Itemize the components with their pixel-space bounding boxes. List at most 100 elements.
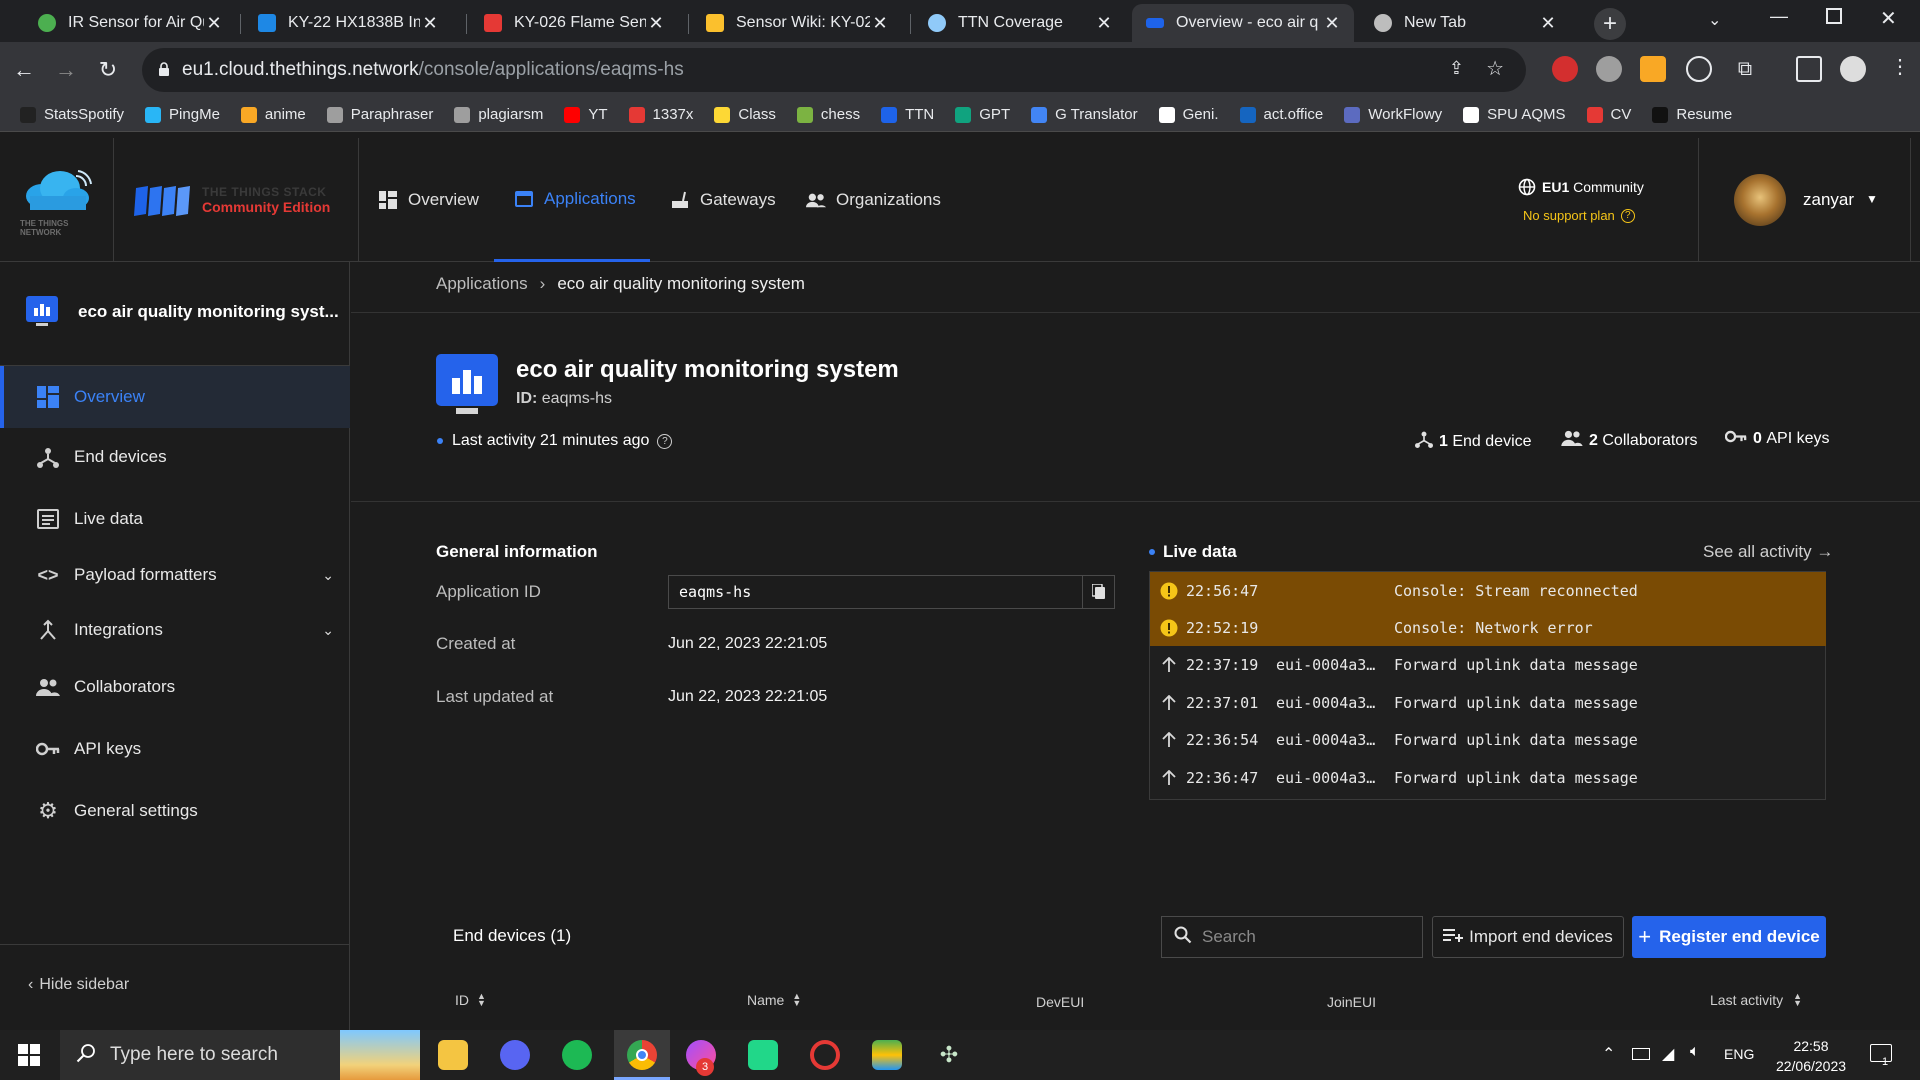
volume-icon[interactable]: 🔈︎: [1690, 1043, 1700, 1061]
browser-tab[interactable]: IR Sensor for Air Qu ✕: [24, 4, 236, 42]
game-controller-icon[interactable]: ✣: [934, 1040, 964, 1070]
help-circle-icon[interactable]: ?: [657, 433, 673, 449]
taskbar-search-box[interactable]: Type here to search: [60, 1030, 420, 1080]
live-data-feed[interactable]: 22:56:47 Console: Stream reconnected 22:52…: [1149, 571, 1826, 800]
show-hidden-icons-chevron-icon[interactable]: ⌃: [1602, 1044, 1615, 1064]
stat-api-keys[interactable]: 0 API keys: [1724, 430, 1830, 448]
profile-avatar-icon[interactable]: [1840, 56, 1866, 82]
live-event-row[interactable]: 22:36:54 eui-0004a3… Forward uplink data m…: [1150, 721, 1826, 758]
user-avatar[interactable]: [1734, 174, 1786, 226]
sidebar-app-name[interactable]: eco air quality monitoring syst...: [78, 302, 339, 322]
extension-adblock-icon[interactable]: [1552, 56, 1578, 82]
extension-w-icon[interactable]: [1686, 56, 1712, 82]
stat-end-devices[interactable]: 1 End device: [1415, 430, 1532, 453]
battery-icon[interactable]: [1632, 1048, 1650, 1060]
copy-icon[interactable]: [1082, 576, 1114, 608]
column-header-last-activity[interactable]: Last activity ▲ ▼: [1710, 992, 1802, 1009]
spotify-icon[interactable]: [562, 1040, 592, 1070]
bookmark-item[interactable]: GPT: [955, 106, 1010, 123]
browser-tab[interactable]: Sensor Wiki: KY-022 ✕: [692, 4, 902, 42]
bookmark-item[interactable]: SPU AQMS: [1463, 106, 1566, 123]
browser-tab[interactable]: KY-22 HX1838B Infra ✕: [244, 4, 452, 42]
close-tab-icon[interactable]: ✕: [420, 13, 440, 34]
bookmark-item[interactable]: act.office: [1239, 106, 1323, 123]
close-tab-icon[interactable]: ✕: [1538, 13, 1558, 34]
bluestacks-icon[interactable]: [872, 1040, 902, 1070]
bookmark-item[interactable]: 1337x: [628, 106, 693, 123]
address-bar[interactable]: eu1.cloud.thethings.network/console/appl…: [142, 48, 1526, 92]
column-header-name[interactable]: Name ▲ ▼: [747, 992, 801, 1009]
bookmark-item[interactable]: Class: [714, 106, 776, 123]
sidebar-item-overview[interactable]: Overview: [0, 366, 350, 428]
windows-start-icon[interactable]: [18, 1044, 40, 1066]
user-name[interactable]: zanyar: [1803, 190, 1854, 210]
extension-glasses-icon[interactable]: [1596, 56, 1622, 82]
live-event-warning-row[interactable]: 22:52:19 Console: Network error: [1150, 609, 1826, 646]
column-header-id[interactable]: ID ▲ ▼: [455, 992, 486, 1009]
sidebar-item-payload-formatters[interactable]: <> Payload formatters ⌄: [0, 545, 350, 605]
live-event-row[interactable]: 22:37:19 eui-0004a3… Forward uplink data m…: [1150, 646, 1826, 683]
taskbar-clock[interactable]: 22:58 22/06/2023: [1766, 1036, 1856, 1076]
live-event-row[interactable]: 22:37:01 eui-0004a3… Forward uplink data m…: [1150, 684, 1826, 721]
browser-tab[interactable]: TTN Coverage ✕: [914, 4, 1126, 42]
sidebar-item-end-devices[interactable]: End devices: [0, 427, 350, 487]
close-tab-icon[interactable]: ✕: [870, 13, 890, 34]
file-explorer-icon[interactable]: [438, 1040, 468, 1070]
browser-tab-active[interactable]: Overview - eco air q ✕: [1132, 4, 1354, 42]
bookmark-star-icon[interactable]: ☆: [1486, 56, 1504, 81]
back-arrow-icon[interactable]: ←: [8, 54, 40, 86]
support-plan[interactable]: No support plan ?: [1523, 208, 1635, 223]
cluster-selector[interactable]: EU1 Community: [1518, 178, 1644, 196]
close-window-icon[interactable]: ✕: [1880, 6, 1897, 31]
live-event-warning-row[interactable]: 22:56:47 Console: Stream reconnected: [1150, 572, 1826, 609]
bookmark-item[interactable]: Resume: [1652, 106, 1732, 123]
breadcrumb-applications[interactable]: Applications: [436, 274, 528, 294]
bookmark-item[interactable]: Geni.: [1158, 106, 1219, 123]
nav-overview[interactable]: Overview: [378, 138, 479, 262]
share-icon[interactable]: ⇪: [1449, 58, 1464, 79]
bookmark-item[interactable]: anime: [240, 106, 306, 123]
bookmark-item[interactable]: StatsSpotify: [20, 106, 124, 123]
stat-collaborators[interactable]: 2 Collaborators: [1561, 430, 1698, 451]
discord-icon[interactable]: [500, 1040, 530, 1070]
browser-menu-icon[interactable]: ⋮: [1890, 54, 1910, 79]
search-input[interactable]: Search: [1161, 916, 1423, 958]
register-end-device-button[interactable]: + Register end device: [1632, 916, 1826, 958]
bookmark-item[interactable]: chess: [796, 106, 860, 123]
forward-arrow-icon[interactable]: →: [50, 54, 82, 86]
network-icon[interactable]: ◢: [1662, 1044, 1674, 1064]
chrome-taskbar-active[interactable]: [614, 1030, 670, 1080]
side-panel-icon[interactable]: [1796, 56, 1822, 82]
bookmark-item[interactable]: G Translator: [1031, 106, 1138, 123]
nav-organizations[interactable]: Organizations: [806, 138, 941, 262]
minimize-window-icon[interactable]: —: [1770, 6, 1788, 27]
chevron-down-icon[interactable]: ⌄: [322, 567, 334, 584]
notifications-icon[interactable]: [1870, 1044, 1892, 1062]
bookmark-item[interactable]: CV: [1586, 106, 1631, 123]
bookmark-item[interactable]: PingMe: [145, 106, 220, 123]
opera-icon[interactable]: [810, 1040, 840, 1070]
ttn-logo-icon[interactable]: THE THINGS NETWORK: [20, 168, 92, 237]
sidebar-item-api-keys[interactable]: API keys: [0, 719, 350, 779]
close-tab-icon[interactable]: ✕: [204, 13, 224, 34]
bookmark-item[interactable]: TTN: [881, 106, 934, 123]
chevron-down-icon[interactable]: ⌄: [322, 622, 334, 639]
bookmark-item[interactable]: WorkFlowy: [1344, 106, 1442, 123]
sidebar-item-live-data[interactable]: Live data: [0, 489, 350, 549]
extensions-puzzle-icon[interactable]: ⧉: [1732, 56, 1758, 82]
see-all-activity-link[interactable]: See all activity →: [1703, 542, 1833, 562]
live-event-row[interactable]: 22:36:47 eui-0004a3… Forward uplink data m…: [1150, 759, 1826, 796]
hide-sidebar-button[interactable]: ‹ Hide sidebar: [28, 976, 129, 994]
sidebar-item-integrations[interactable]: Integrations ⌄: [0, 600, 350, 660]
input-language[interactable]: ENG: [1724, 1046, 1754, 1062]
nav-gateways[interactable]: Gateways: [670, 138, 776, 262]
extension-clipboard-icon[interactable]: [1640, 56, 1666, 82]
close-tab-icon[interactable]: ✕: [1322, 13, 1342, 34]
reload-icon[interactable]: ↻: [92, 54, 124, 86]
user-menu-caret-icon[interactable]: ▼: [1866, 192, 1878, 206]
sidebar-item-collaborators[interactable]: Collaborators: [0, 657, 350, 717]
sidebar-item-general-settings[interactable]: ⚙ General settings: [0, 781, 350, 841]
application-id-field[interactable]: eaqms-hs: [668, 575, 1115, 609]
nav-applications[interactable]: Applications: [494, 138, 650, 262]
bookmark-item[interactable]: YT: [564, 106, 608, 123]
